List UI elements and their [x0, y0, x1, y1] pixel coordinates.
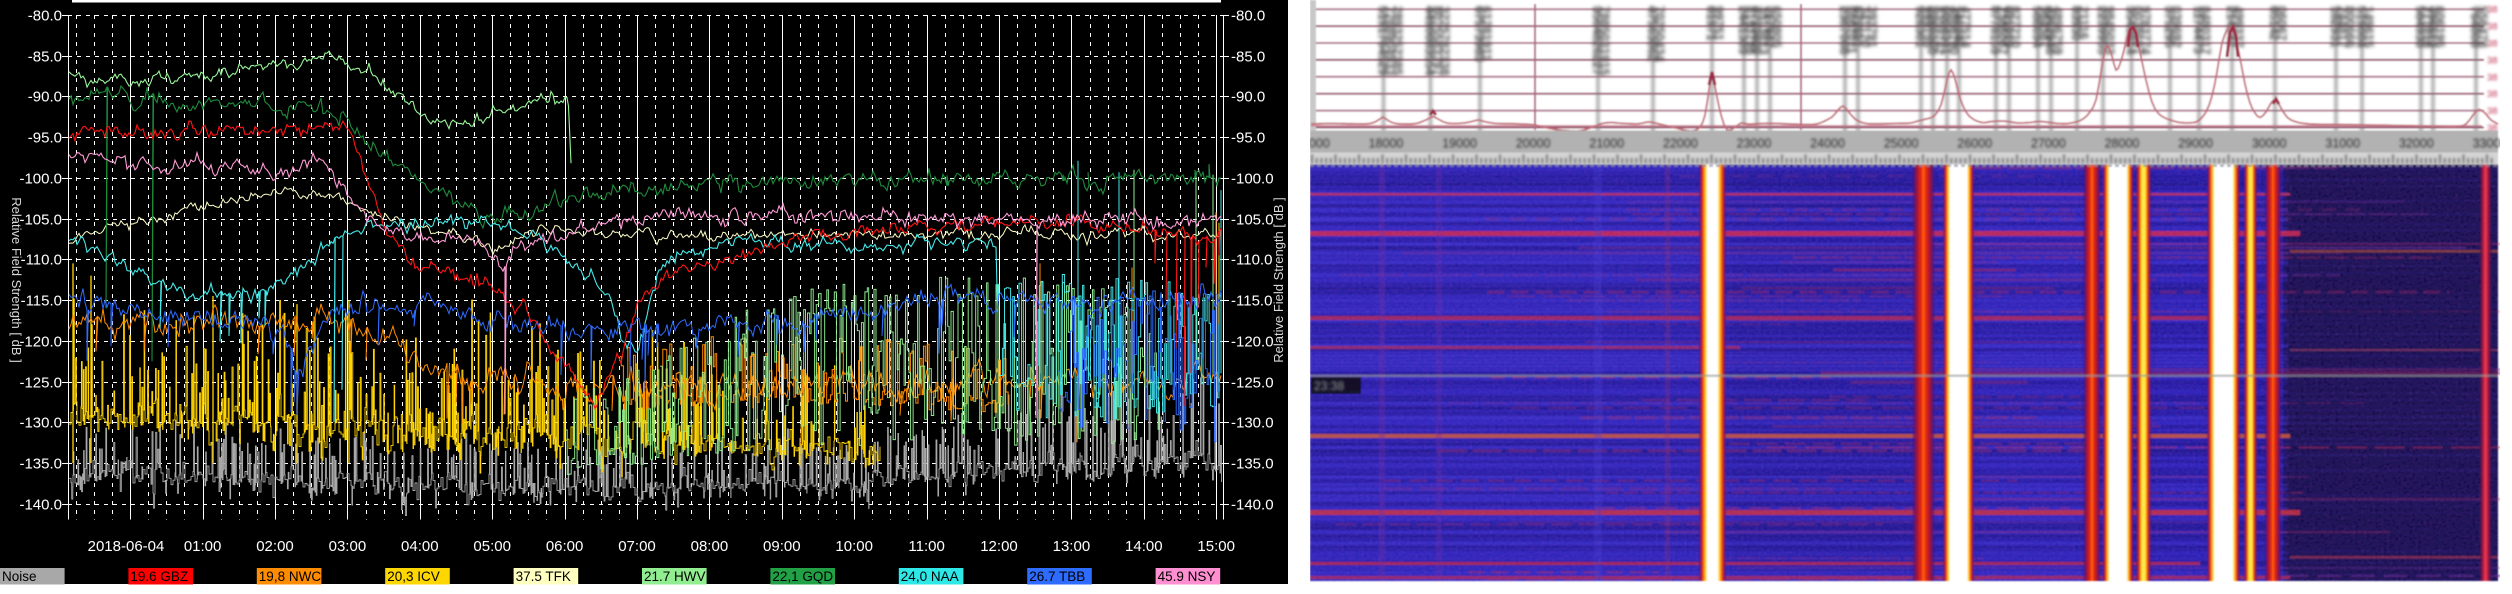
svg-text:-110.0: -110.0 [1231, 252, 1272, 269]
svg-text:606195: 606195 [2433, 6, 2447, 48]
svg-text:08:00: 08:00 [691, 538, 729, 555]
svg-text:7885031915: 7885031915 [1598, 6, 1612, 76]
svg-text:-135.0: -135.0 [19, 456, 62, 473]
svg-text:4896759: 4896759 [2051, 6, 2065, 55]
svg-text:38: 38 [2487, 72, 2498, 83]
svg-text:-100.0: -100.0 [19, 171, 62, 188]
svg-text:-80.0: -80.0 [1231, 8, 1265, 25]
svg-text:-130.0: -130.0 [1231, 415, 1274, 432]
svg-text:38: 38 [2487, 5, 2498, 16]
svg-text:06067: 06067 [2275, 6, 2289, 41]
svg-text:-140.0: -140.0 [19, 497, 62, 514]
svg-text:33000: 33000 [2473, 137, 2500, 151]
svg-text:-140.0: -140.0 [1231, 497, 1274, 514]
svg-text:-130.0: -130.0 [19, 415, 62, 432]
svg-text:Relative Field Strength [ dB ]: Relative Field Strength [ dB ] [1271, 197, 1286, 362]
svg-text:07:00: 07:00 [618, 538, 656, 555]
svg-text:19.6 GBZ: 19.6 GBZ [130, 569, 188, 584]
svg-text:-85.0: -85.0 [1231, 49, 1265, 66]
svg-text:-135.0: -135.0 [1231, 456, 1274, 473]
svg-text:393791: 393791 [1865, 6, 1879, 48]
svg-text:06:00: 06:00 [546, 538, 584, 555]
svg-text:9783774: 9783774 [2139, 6, 2153, 55]
svg-text:-90.0: -90.0 [28, 89, 62, 106]
svg-text:2018-06-04: 2018-06-04 [88, 538, 165, 555]
svg-text:-110.0: -110.0 [21, 252, 62, 269]
svg-text:24000: 24000 [1810, 137, 1845, 151]
svg-text:-120.0: -120.0 [19, 334, 62, 351]
svg-text:2893252385: 2893252385 [1391, 6, 1405, 76]
svg-text:-95.0: -95.0 [28, 130, 62, 147]
svg-text:70250434: 70250434 [1653, 6, 1667, 62]
svg-text:Noise: Noise [2, 569, 37, 584]
svg-text:-115.0: -115.0 [1231, 293, 1272, 310]
svg-text:05:00: 05:00 [473, 538, 511, 555]
svg-text:45.9 NSY: 45.9 NSY [1158, 569, 1216, 584]
svg-text:61281911: 61281911 [1480, 6, 1494, 61]
svg-text:02:00: 02:00 [256, 538, 294, 555]
svg-text:22,1 GQD: 22,1 GQD [772, 569, 833, 584]
svg-text:3225782338: 3225782338 [1438, 6, 1452, 76]
svg-text:13:00: 13:00 [1053, 538, 1091, 555]
svg-text:-125.0: -125.0 [19, 375, 62, 392]
svg-text:23000: 23000 [1737, 137, 1772, 151]
svg-text:477514: 477514 [1959, 6, 1973, 48]
svg-text:12:00: 12:00 [980, 538, 1018, 555]
svg-text:11:00: 11:00 [908, 538, 944, 555]
svg-text:15:00: 15:00 [1197, 538, 1235, 555]
svg-text:8480317: 8480317 [2199, 6, 2213, 55]
svg-text:-100.0: -100.0 [1231, 171, 1274, 188]
svg-text:38: 38 [2487, 55, 2498, 66]
svg-text:38: 38 [2487, 89, 2498, 100]
svg-text:01:00: 01:00 [184, 538, 222, 555]
svg-text:14:00: 14:00 [1125, 538, 1163, 555]
svg-text:38: 38 [2487, 106, 2498, 117]
svg-text:24,0 NAA: 24,0 NAA [901, 569, 959, 584]
svg-text:21.7 HWV: 21.7 HWV [644, 569, 706, 584]
svg-text:21116: 21116 [2077, 6, 2091, 39]
svg-text:20000: 20000 [1516, 137, 1551, 151]
svg-text:-85.0: -85.0 [28, 49, 62, 66]
svg-text:37.5 TFK: 37.5 TFK [516, 569, 571, 584]
svg-text:23:38: 23:38 [1314, 379, 1344, 393]
svg-text:99751: 99751 [1712, 6, 1726, 41]
svg-text:827210: 827210 [2009, 6, 2023, 48]
svg-text:31000: 31000 [2325, 137, 2360, 151]
svg-text:32000: 32000 [2399, 137, 2434, 151]
svg-text:38: 38 [2487, 22, 2498, 33]
svg-text:03:00: 03:00 [329, 538, 367, 555]
svg-text:18000: 18000 [1369, 137, 1404, 151]
svg-text:20,3 ICV: 20,3 ICV [387, 569, 440, 584]
svg-text:-95.0: -95.0 [1231, 130, 1265, 147]
svg-text:039692: 039692 [2170, 6, 2184, 48]
svg-text:04:00: 04:00 [401, 538, 439, 555]
svg-text:26.7 TBB: 26.7 TBB [1029, 569, 1085, 584]
svg-text:19,8 NWC: 19,8 NWC [259, 569, 322, 584]
svg-text:09:00: 09:00 [763, 538, 801, 555]
svg-text:-105.0: -105.0 [19, 212, 62, 229]
svg-text:-120.0: -120.0 [1231, 334, 1274, 351]
svg-text:-80.0: -80.0 [28, 8, 62, 25]
svg-text:19000: 19000 [1442, 137, 1477, 151]
svg-text:17000: 17000 [1310, 137, 1330, 151]
svg-text:26000: 26000 [1957, 137, 1992, 151]
svg-text:28000: 28000 [2105, 137, 2140, 151]
svg-text:10:00: 10:00 [835, 538, 873, 555]
svg-text:-105.0: -105.0 [1231, 212, 1274, 229]
svg-text:30000: 30000 [2252, 137, 2287, 151]
svg-text:27000: 27000 [2031, 137, 2066, 151]
svg-text:Relative Field Strength [ dB ]: Relative Field Strength [ dB ] [9, 197, 24, 362]
svg-text:29000: 29000 [2178, 137, 2213, 151]
svg-text:38: 38 [2487, 39, 2498, 50]
svg-text:21000: 21000 [1589, 137, 1624, 151]
svg-text:149615: 149615 [2362, 6, 2376, 48]
svg-text:-115.0: -115.0 [21, 293, 62, 310]
svg-text:650805: 650805 [1770, 6, 1784, 48]
svg-text:22000: 22000 [1663, 137, 1698, 151]
svg-text:25000: 25000 [1884, 137, 1919, 151]
svg-text:-125.0: -125.0 [1231, 375, 1274, 392]
svg-text:-90.0: -90.0 [1231, 89, 1265, 106]
